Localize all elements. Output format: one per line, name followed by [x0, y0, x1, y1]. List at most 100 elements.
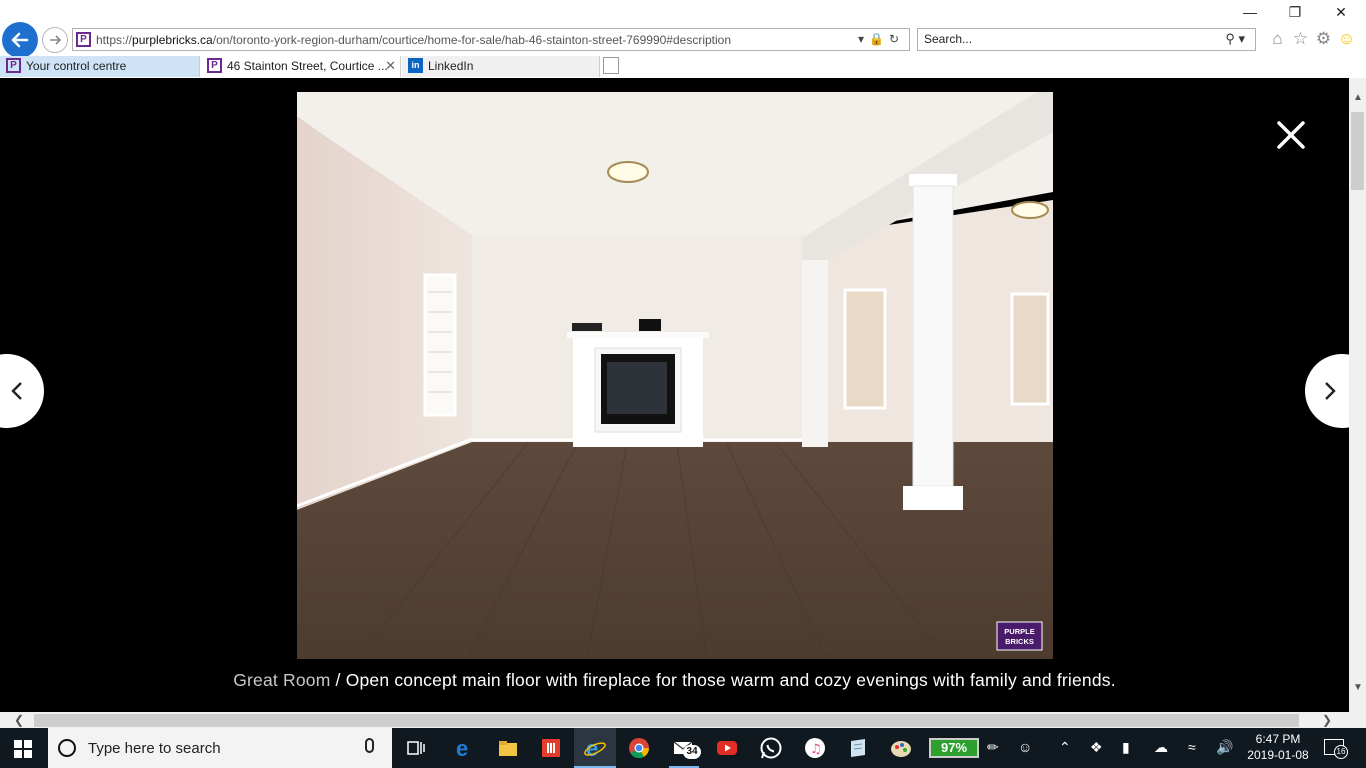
vertical-scroll-thumb[interactable] — [1351, 112, 1364, 190]
search-box[interactable]: ⚲ ▾ — [917, 28, 1256, 51]
folder-icon — [499, 741, 517, 756]
taskbar-search-placeholder: Type here to search — [88, 740, 221, 757]
svg-text:e: e — [456, 737, 468, 759]
new-tab-button[interactable] — [603, 57, 619, 74]
browser-chrome: — ❐ ✕ P https://purplebricks.ca/on/toron… — [0, 0, 1366, 78]
whatsapp-icon — [760, 737, 782, 759]
tab-linkedin[interactable]: in LinkedIn — [402, 56, 600, 77]
caption-description: Open concept main floor with fireplace f… — [345, 670, 1116, 690]
horizontal-scrollbar[interactable]: ❮ ❯ — [0, 712, 1349, 729]
url-text: https://purplebricks.ca/on/toronto-york-… — [96, 33, 732, 47]
lock-icon[interactable]: 🔒 — [869, 32, 889, 46]
battery-indicator[interactable]: 97% — [929, 738, 979, 758]
taskbar-youtube[interactable] — [706, 728, 748, 768]
battery-icon[interactable]: ▮ — [1122, 739, 1130, 756]
tab-control-centre[interactable]: P Your control centre — [0, 56, 200, 77]
taskbar-file-explorer[interactable] — [487, 728, 529, 768]
taskbar-chrome[interactable] — [618, 728, 660, 768]
system-clock[interactable]: 6:47 PM 2019-01-08 — [1244, 731, 1312, 763]
taskbar-notepad-app[interactable] — [837, 728, 879, 768]
chevron-left-icon — [11, 382, 22, 400]
tab-label: Your control centre — [26, 59, 127, 73]
clock-date: 2019-01-08 — [1247, 748, 1309, 762]
minimize-icon[interactable]: — — [1240, 4, 1260, 20]
restore-icon[interactable]: ❐ — [1285, 4, 1305, 21]
internet-explorer-icon: e — [584, 737, 606, 759]
photo-lightbox: PURPLE BRICKS Great Room / Open concept … — [0, 78, 1349, 712]
people-icon[interactable]: ☺ — [1018, 739, 1032, 755]
caption-separator: / — [330, 670, 346, 690]
refresh-icon[interactable]: ↻ — [889, 32, 904, 46]
search-icon[interactable]: ⚲ ▾ — [1225, 31, 1245, 47]
tab-strip: P Your control centre P 46 Stainton Stre… — [0, 56, 1366, 78]
watermark-line1: PURPLE — [1004, 627, 1034, 636]
smiley-icon[interactable]: ☺ — [1335, 29, 1358, 49]
taskbar-app-red[interactable] — [530, 728, 572, 768]
scroll-left-icon[interactable]: ❮ — [14, 713, 24, 727]
dropbox-icon[interactable]: ❖ — [1090, 739, 1103, 756]
close-window-icon[interactable]: ✕ — [1331, 4, 1351, 21]
volume-icon[interactable]: 🔊 — [1216, 739, 1233, 756]
close-tab-icon[interactable]: ✕ — [385, 58, 396, 74]
action-center-icon[interactable]: 16 — [1324, 739, 1348, 759]
purplebricks-icon: P — [76, 32, 91, 47]
taskbar-itunes[interactable]: ♫ — [794, 728, 836, 768]
task-view-button[interactable] — [395, 728, 437, 768]
gear-icon[interactable]: ⚙ — [1312, 29, 1335, 49]
vertical-scrollbar[interactable]: ▲ ▼ — [1349, 78, 1366, 712]
notification-count: 16 — [1334, 745, 1348, 759]
scroll-down-icon[interactable]: ▼ — [1353, 682, 1363, 693]
mail-unread-badge: 34 — [683, 745, 701, 759]
windows-logo-icon — [14, 740, 32, 758]
onedrive-icon[interactable]: ☁ — [1154, 739, 1168, 756]
cortana-icon — [58, 739, 76, 757]
tab-label: 46 Stainton Street, Courtice ... — [227, 59, 388, 73]
address-bar-actions: ▾🔒↻ — [858, 32, 904, 46]
taskbar-whatsapp[interactable] — [750, 728, 792, 768]
notepad-icon — [851, 739, 865, 757]
address-bar[interactable]: P https://purplebricks.ca/on/toronto-yor… — [72, 28, 910, 51]
taskbar-paint[interactable] — [880, 728, 922, 768]
chevron-right-icon — [1325, 382, 1336, 400]
linkedin-icon: in — [408, 58, 423, 73]
previous-photo-button[interactable] — [0, 354, 44, 428]
scroll-right-icon[interactable]: ❯ — [1322, 713, 1332, 727]
arrow-left-icon — [11, 32, 29, 48]
caption-room: Great Room — [233, 670, 331, 690]
chrome-icon — [629, 738, 650, 759]
start-button[interactable] — [14, 740, 32, 763]
forward-button[interactable] — [42, 27, 68, 53]
chevron-up-icon[interactable]: ⌃ — [1059, 739, 1071, 756]
star-icon[interactable]: ☆ — [1289, 29, 1312, 49]
task-view-icon — [407, 741, 425, 755]
close-icon — [1277, 121, 1305, 149]
paint-palette-icon — [891, 741, 911, 757]
tab-label: LinkedIn — [428, 59, 474, 73]
tab-stainton-street[interactable]: P 46 Stainton Street, Courtice ... ✕ — [201, 56, 401, 77]
photo-caption: Great Room / Open concept main floor wit… — [0, 670, 1349, 691]
search-input[interactable] — [924, 32, 1204, 46]
arrow-right-icon — [50, 35, 62, 45]
next-photo-button[interactable] — [1305, 354, 1349, 428]
microphone-icon[interactable] — [365, 738, 374, 753]
listing-photo: PURPLE BRICKS — [297, 92, 1053, 659]
youtube-icon — [717, 741, 737, 755]
back-button[interactable] — [2, 22, 38, 58]
toolbar-icons: ⌂ ☆ ⚙ ☺ — [1266, 29, 1358, 49]
watermark-line2: BRICKS — [1005, 637, 1034, 646]
close-lightbox-button[interactable] — [1274, 118, 1308, 152]
scrollbar-corner — [1349, 712, 1366, 729]
taskbar-internet-explorer[interactable]: e — [574, 728, 616, 768]
taskbar-search[interactable]: Type here to search — [48, 728, 392, 768]
chevron-down-icon[interactable]: ▾ — [858, 32, 869, 46]
taskbar-edge[interactable]: e — [443, 728, 485, 768]
horizontal-scroll-thumb[interactable] — [34, 714, 1299, 727]
red-app-icon — [542, 739, 560, 757]
scroll-up-icon[interactable]: ▲ — [1353, 92, 1363, 103]
wifi-icon[interactable]: ≈ — [1188, 739, 1196, 755]
taskbar-mail[interactable]: 34 — [663, 728, 705, 768]
purplebricks-icon: P — [6, 58, 21, 73]
pen-icon[interactable]: ✏ — [987, 739, 999, 756]
svg-text:♫: ♫ — [810, 742, 822, 757]
home-icon[interactable]: ⌂ — [1266, 29, 1289, 49]
